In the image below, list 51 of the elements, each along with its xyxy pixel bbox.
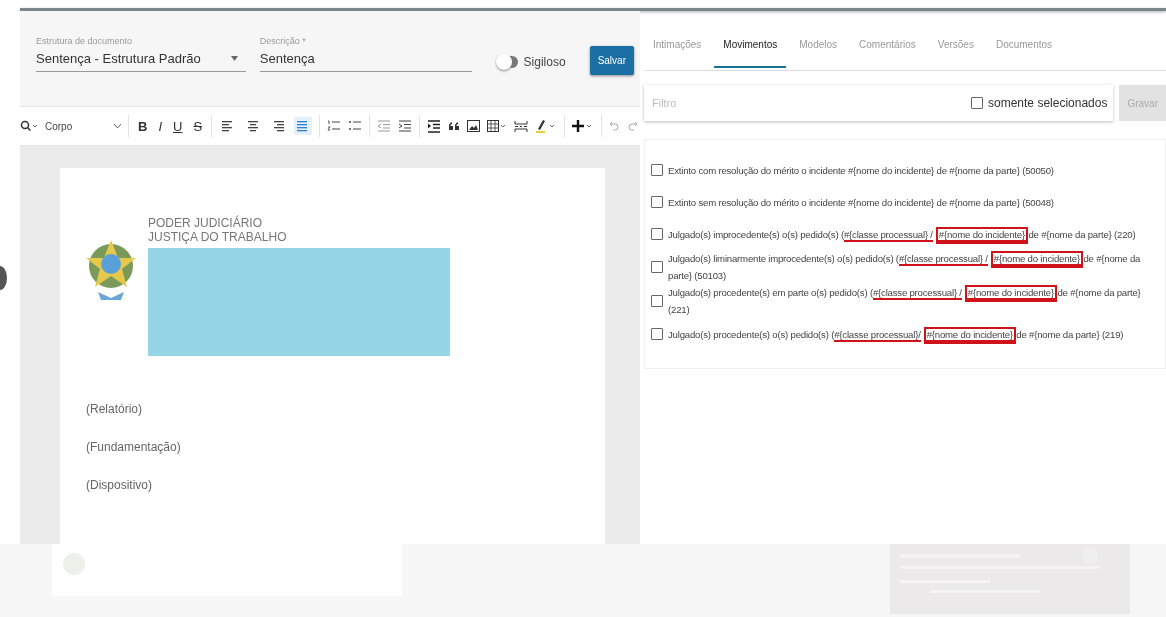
numbered-list-icon[interactable] [327,120,342,132]
align-button[interactable] [294,117,313,135]
header-text: PODER JUDICIÁRIO [148,216,263,230]
movement-text: Julgado(s) improcedente(s) o(s) pedido(s) (#{classe processual} / #{nome do incidente} de #{nome da parte} (220) [668,225,1136,243]
align-right-icon [271,120,286,132]
format-button[interactable]: U [171,115,185,137]
tab[interactable]: Movimentos [714,19,787,68]
movement-text: Extinto sem resolução do mérito o incidente #{nome do incidente} de #{nome da parte} (50048) [668,195,1054,210]
outdent-icon[interactable] [377,120,392,132]
checkbox[interactable] [651,196,663,208]
checkbox[interactable] [651,164,663,176]
save-button[interactable]: Salvar [589,45,634,75]
header-text: JUSTIÇA DO TRABALHO [148,230,288,244]
toggle-switch[interactable] [497,56,518,68]
zoom-dropdown[interactable] [20,120,38,132]
format-button[interactable]: B [136,115,150,137]
table-icon[interactable] [487,120,508,132]
filter-input[interactable]: Filtro [650,96,971,110]
image-icon[interactable] [467,120,481,132]
quote-icon[interactable] [448,121,461,131]
toggle-label: Sigiloso [523,55,566,69]
checkbox-label: somente selecionados [988,96,1108,110]
field-value: Sentença - Estrutura Padrão [36,51,201,66]
checkbox[interactable] [651,328,663,340]
checkbox[interactable] [651,228,663,240]
caret-icon [230,56,238,61]
checkbox[interactable] [651,261,663,273]
checkbox[interactable] [651,295,663,307]
handle-icon[interactable] [0,266,7,290]
section-heading: (Dispositivo) [86,478,152,492]
format-button[interactable]: S [191,115,205,137]
section-heading: (Fundamentação) [86,440,181,454]
style-dropdown[interactable]: Corpo [45,120,107,132]
field-label: Estrutura de documento [36,36,134,46]
align-center-icon [246,120,261,132]
movement-text: Julgado(s) procedente(s) em parte o(s) pedido(s) (#{classe processual} / #{nome do incidente} de #{nome da parte} (221) [668,286,1142,317]
section-heading: (Relatório) [86,402,142,416]
structure-select[interactable]: Estrutura de documento Sentença - Estrutura Padrão [36,36,246,72]
page-break-icon[interactable] [514,119,529,133]
checkbox[interactable] [971,97,983,109]
indent-icon[interactable] [398,120,413,132]
movement-text: Julgado(s) procedente(s) o(s) pedido(s) (#{classe processual}/ #{nome do incidente} de #{nome da parte} (219) [668,325,1124,343]
movement-text: Julgado(s) liminarmente improcedente(s) o(s) pedido(s) (#{classe processual} / #{nome do incidente} de #{nome da parte} (50103) [668,252,1142,283]
field-label: Descrição * [259,36,307,46]
field-value: Sentença [259,51,315,66]
caret-icon [114,123,121,129]
bullet-list-icon[interactable] [348,120,363,132]
description-field[interactable]: Descrição * Sentença [259,36,472,72]
format-button[interactable]: I [156,115,164,137]
movement-text: Extinto com resolução do mérito o incidente #{nome do incidente} de #{nome da parte} (50050) [668,163,1054,178]
block-indent-icon[interactable] [427,119,442,133]
